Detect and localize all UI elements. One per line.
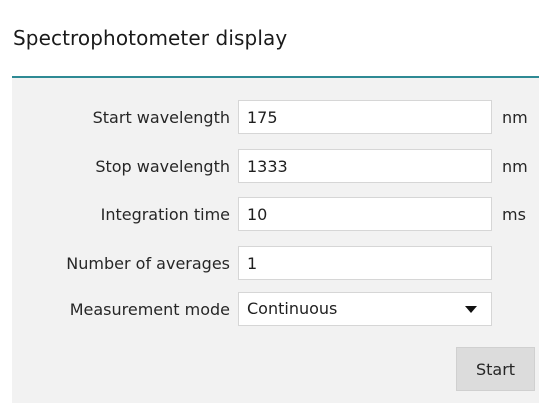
start-button[interactable]: Start: [456, 347, 535, 391]
page-title: Spectrophotometer display: [13, 26, 288, 50]
integration-time-unit: ms: [502, 205, 526, 224]
start-wavelength-input[interactable]: [238, 100, 492, 134]
measurement-mode-select[interactable]: Continuous: [238, 292, 492, 326]
integration-time-input[interactable]: [238, 197, 492, 231]
integration-time-label: Integration time: [100, 205, 230, 224]
header: Spectrophotometer display: [0, 0, 539, 78]
number-of-averages-label: Number of averages: [66, 254, 230, 273]
stop-wavelength-input[interactable]: [238, 149, 492, 183]
start-wavelength-unit: nm: [502, 108, 528, 127]
measurement-mode-label: Measurement mode: [69, 300, 230, 319]
measurement-mode-value: Continuous: [247, 299, 338, 318]
chevron-down-icon[interactable]: [465, 306, 477, 313]
stop-wavelength-unit: nm: [502, 157, 528, 176]
stop-wavelength-label: Stop wavelength: [95, 157, 230, 176]
number-of-averages-input[interactable]: [238, 246, 492, 280]
start-wavelength-label: Start wavelength: [92, 108, 230, 127]
